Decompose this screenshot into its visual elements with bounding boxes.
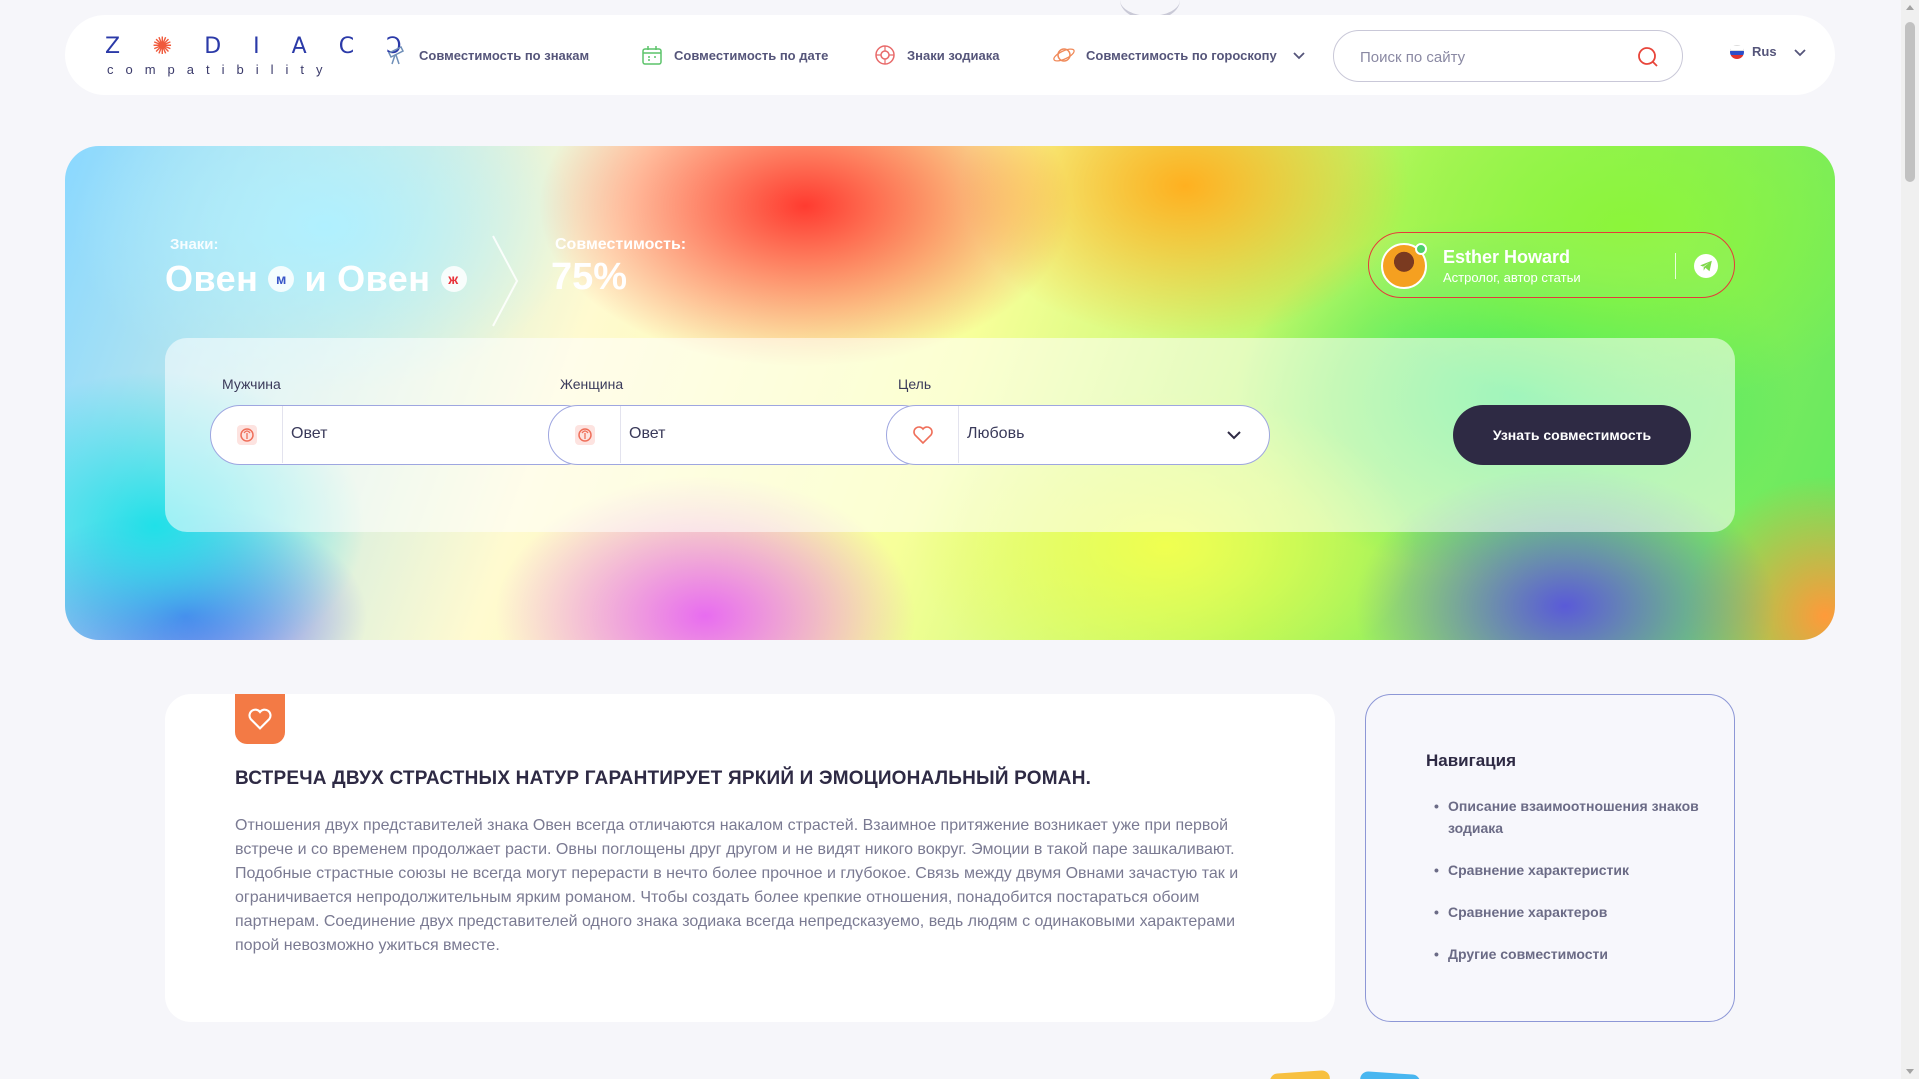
article-title: ВСТРЕЧА ДВУХ СТРАСТНЫХ НАТУР ГАРАНТИРУЕТ… (235, 768, 1092, 789)
zodiac-wheel-icon (873, 43, 897, 67)
language-label: Rus (1752, 44, 1777, 59)
male-badge: м (268, 266, 295, 292)
man-label: Мужчина (222, 376, 281, 392)
nav-item-horoscope-compat[interactable]: Совместимость по гороскопу (1052, 43, 1311, 67)
nav-item-label: Совместимость по гороскопу (1086, 47, 1277, 63)
nav-item-label: Совместимость по знакам (419, 47, 590, 63)
sun-icon: ✺ (152, 32, 175, 60)
chevron-down-icon (1793, 45, 1807, 59)
navigation-list: Описание взаимоотношения знаков зодиака … (1434, 795, 1704, 985)
navigation-card: Навигация Описание взаимоотношения знако… (1365, 694, 1735, 1022)
nav-item-label: Знаки зодиака (907, 47, 1000, 63)
man-select[interactable]: Овет (210, 405, 594, 465)
decorative-card (1269, 1069, 1331, 1079)
scrollbar-thumb[interactable] (1905, 22, 1915, 182)
site-logo[interactable]: Z ✺ D I A C Ɔ compatibility (105, 32, 404, 82)
conjunction: и (304, 258, 328, 299)
search-input[interactable] (1360, 45, 1630, 69)
telegram-icon[interactable] (1694, 254, 1718, 278)
russia-flag-icon (1730, 44, 1744, 59)
scroll-up-arrow-icon[interactable] (1906, 5, 1914, 10)
compat-label: Совместимость: (555, 236, 687, 253)
search-icon[interactable] (1636, 45, 1660, 69)
goal-select-value: Любовь (967, 425, 1025, 442)
language-selector[interactable]: Rus (1730, 44, 1807, 59)
female-sign: Овен (337, 258, 431, 299)
woman-label: Женщина (560, 376, 624, 392)
nav-item-label: Совместимость по дате (674, 47, 829, 63)
author-name: Esther Howard (1443, 247, 1571, 267)
nav-link-description[interactable]: Описание взаимоотношения знаков зодиака (1434, 795, 1704, 839)
man-select-value: Овет (291, 425, 328, 442)
divider (1675, 253, 1676, 279)
site-header: Z ✺ D I A C Ɔ compatibility Совместимость по з… (65, 15, 1835, 95)
navigation-title: Навигация (1426, 751, 1516, 770)
author-card[interactable]: Esther Howard Астролог, автор статьи (1368, 232, 1735, 298)
chevron-down-icon (1225, 426, 1243, 444)
calendar-icon (640, 43, 664, 67)
nav-item-date-compat[interactable]: Совместимость по дате (640, 43, 828, 67)
signs-label: Знаки: (170, 236, 219, 253)
nav-item-zodiac-signs[interactable]: Знаки зодиака (873, 43, 999, 67)
signs-title: Овен м и Овен ж (165, 258, 467, 300)
woman-select[interactable]: Овет (548, 405, 932, 465)
telescope-icon (385, 43, 409, 67)
logo-wordmark: Z ✺ D I A C Ɔ (105, 32, 404, 60)
article-card: ВСТРЕЧА ДВУХ СТРАСТНЫХ НАТУР ГАРАНТИРУЕТ… (165, 694, 1335, 1022)
online-indicator (1415, 243, 1427, 255)
planet-icon (1052, 43, 1076, 67)
goal-label: Цель (898, 376, 932, 392)
article-body: Отношения двух представителей знака Овен… (235, 817, 1239, 954)
female-badge: ж (440, 266, 467, 292)
check-compatibility-button[interactable]: Узнать совместимость (1453, 405, 1691, 465)
nav-item-sign-compat[interactable]: Совместимость по знакам (385, 43, 589, 67)
heart-icon (235, 694, 285, 744)
chevron-separator-icon (492, 235, 519, 327)
compatibility-form: Мужчина Овет Женщина Овет Цель Любовь Уз… (165, 338, 1735, 532)
aries-icon (211, 406, 283, 463)
male-sign: Овен (165, 258, 259, 299)
aries-icon (549, 406, 621, 463)
logo-tagline: compatibility (107, 62, 335, 77)
woman-select-value: Овет (629, 425, 666, 442)
scroll-down-arrow-icon[interactable] (1906, 1069, 1914, 1074)
author-role: Астролог, автор статьи (1443, 270, 1581, 285)
search-box[interactable] (1333, 30, 1683, 82)
heart-icon (887, 406, 959, 463)
decorative-card (1359, 1070, 1421, 1079)
chevron-down-icon (1287, 43, 1311, 67)
goal-select[interactable]: Любовь (886, 405, 1270, 465)
compatibility-hero: Знаки: Овен м и Овен ж Совместимость: 75… (65, 146, 1835, 640)
avatar (1381, 243, 1427, 289)
nav-link-characters[interactable]: Сравнение характеров (1434, 901, 1704, 923)
compat-value: 75% (551, 256, 628, 298)
nav-link-other-compat[interactable]: Другие совместимости (1434, 943, 1704, 965)
page-scrollbar[interactable] (1901, 0, 1919, 1079)
nav-link-characteristics[interactable]: Сравнение характеристик (1434, 859, 1704, 881)
